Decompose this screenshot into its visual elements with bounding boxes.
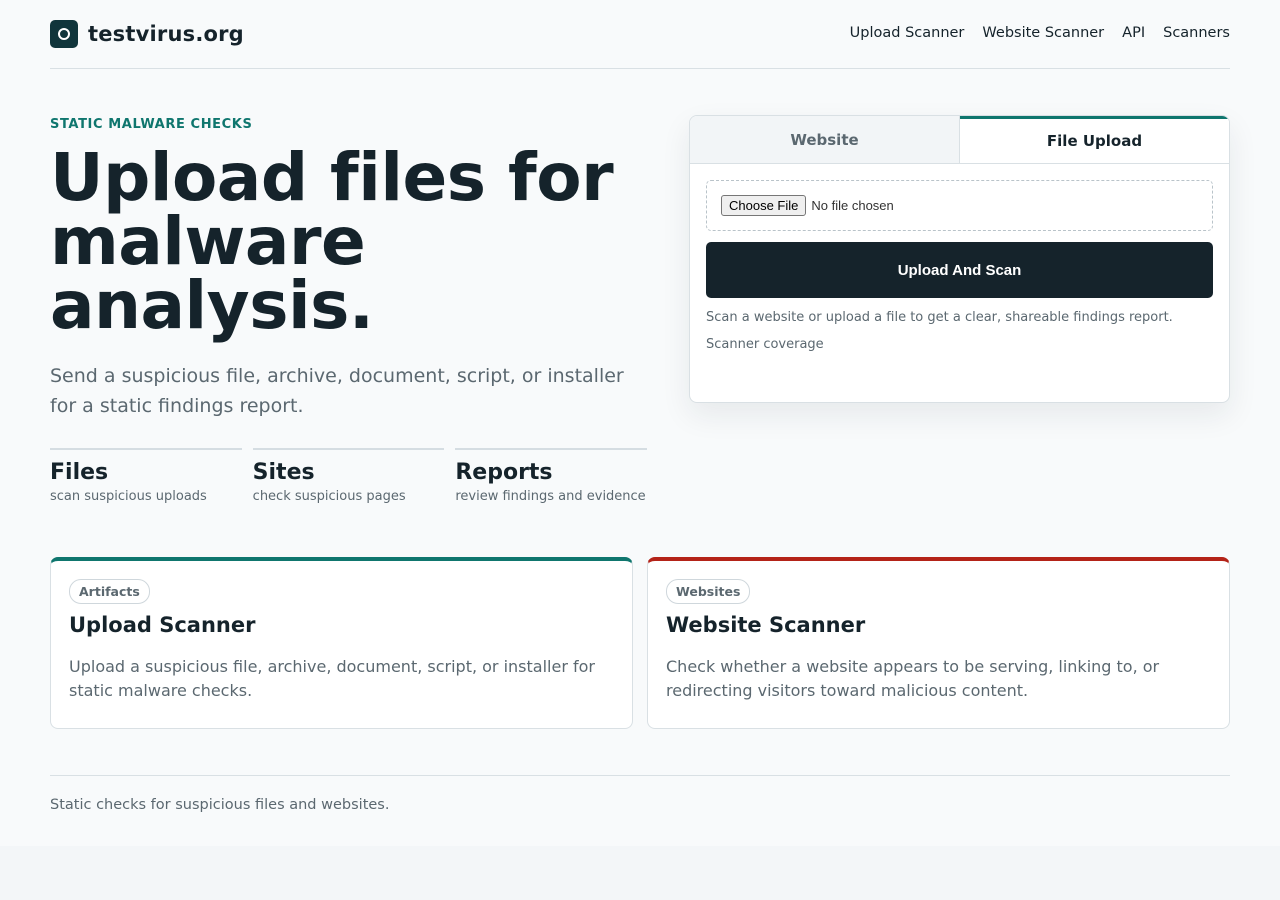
scanner-coverage-link[interactable]: Scanner coverage	[706, 337, 824, 352]
site-header: testvirus.org Upload Scanner Website Sca…	[50, 0, 1230, 69]
stat-description: check suspicious pages	[252, 489, 406, 504]
stat-description: review findings and evidence	[455, 489, 646, 504]
card-description: Upload a suspicious file, archive, docum…	[69, 657, 595, 700]
stat-title: Files	[50, 460, 109, 485]
nav-upload-scanner[interactable]: Upload Scanner	[850, 25, 965, 41]
tab-file-upload[interactable]: File Upload	[960, 116, 1229, 163]
hero-subtitle: Send a suspicious file, archive, documen…	[50, 365, 624, 417]
tab-website[interactable]: Website	[690, 116, 960, 163]
stat-title: Sites	[252, 460, 315, 485]
hero-eyebrow: STATIC MALWARE CHECKS	[50, 117, 253, 132]
file-upload-field[interactable]: Choose File No file chosen	[706, 180, 1213, 231]
card-title: Website Scanner	[666, 613, 866, 637]
card-title: Upload Scanner	[69, 613, 256, 637]
scan-panel: Website File Upload Choose File No file …	[689, 115, 1230, 403]
stat-sites: Sites check suspicious pages	[252, 448, 445, 504]
hero-title: Upload files for malware analysis.	[50, 139, 614, 344]
brand-link[interactable]: testvirus.org	[50, 20, 244, 48]
main-nav: Upload Scanner Website Scanner API Scann…	[850, 25, 1230, 41]
file-status: No file chosen	[811, 198, 894, 213]
stat-description: scan suspicious uploads	[50, 489, 207, 504]
footer-text: Static checks for suspicious files and w…	[50, 797, 390, 813]
card-website-scanner[interactable]: Websites Website Scanner Check whether a…	[647, 557, 1230, 729]
scan-tabs: Website File Upload	[690, 116, 1229, 164]
card-description: Check whether a website appears to be se…	[666, 657, 1160, 700]
stat-files: Files scan suspicious uploads	[50, 448, 242, 504]
choose-file-button[interactable]: Choose File	[721, 195, 807, 216]
nav-scanners[interactable]: Scanners	[1163, 25, 1230, 41]
nav-api[interactable]: API	[1122, 25, 1145, 41]
footer-divider	[50, 775, 1230, 776]
page-bottom-band	[0, 846, 1280, 900]
upload-and-scan-button[interactable]: Upload And Scan	[706, 242, 1213, 298]
panel-note: Scan a website or upload a file to get a…	[706, 310, 1173, 325]
stat-title: Reports	[455, 460, 553, 485]
logo-ring-icon	[50, 20, 78, 48]
nav-website-scanner[interactable]: Website Scanner	[982, 25, 1104, 41]
brand-name: testvirus.org	[88, 22, 244, 46]
card-badge: Artifacts	[69, 579, 150, 604]
card-upload-scanner[interactable]: Artifacts Upload Scanner Upload a suspic…	[50, 557, 633, 729]
hero-stats: Files scan suspicious uploads Sites chec…	[50, 448, 648, 504]
card-badge: Websites	[666, 579, 751, 604]
stat-reports: Reports review findings and evidence	[455, 448, 648, 504]
